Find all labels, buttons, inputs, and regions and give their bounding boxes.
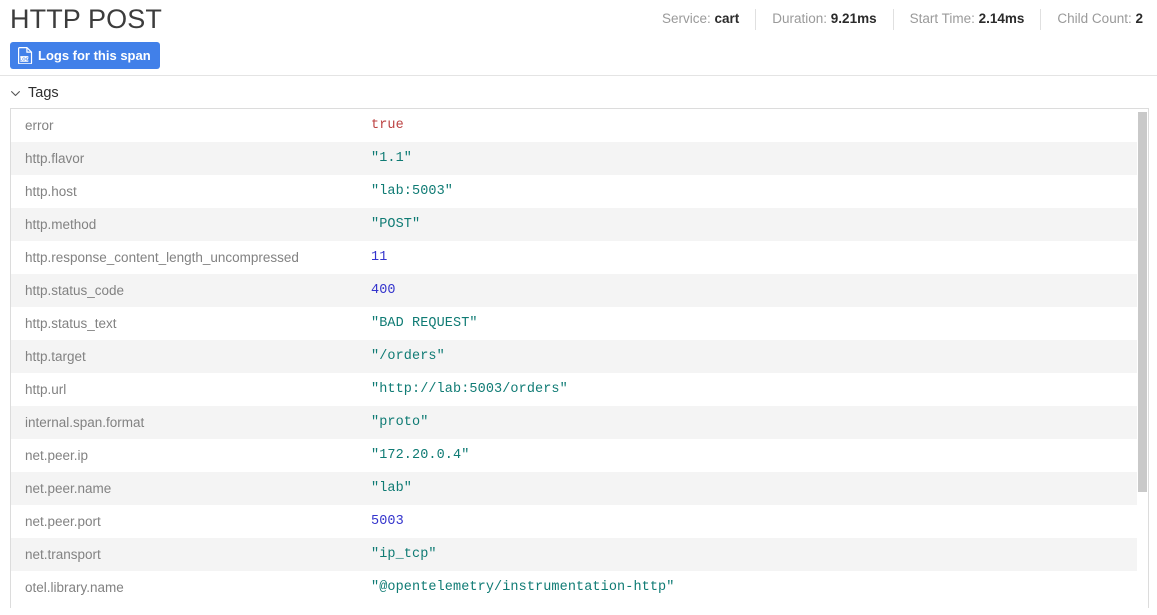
tag-key: http.flavor xyxy=(11,142,357,175)
svg-text:LOG: LOG xyxy=(20,56,30,61)
meta-start-time-value: 2.14ms xyxy=(978,11,1025,26)
tags-table-scroll-area[interactable]: error true http.flavor "1.1" http.host "lab:5… xyxy=(11,109,1148,608)
page-title: HTTP POST xyxy=(10,4,162,34)
tag-value: "lab" xyxy=(357,472,1137,505)
tag-value: "ip_tcp" xyxy=(357,538,1137,571)
meta-child-count: Child Count: 2 xyxy=(1041,9,1143,29)
tag-key: net.peer.name xyxy=(11,472,357,505)
tag-key: http.response_content_length_uncompresse… xyxy=(11,241,357,274)
tag-key: http.host xyxy=(11,175,357,208)
table-row[interactable]: http.target "/orders" xyxy=(11,340,1137,373)
logs-for-this-span-button[interactable]: LOG Logs for this span xyxy=(10,42,160,69)
meta-duration: Duration: 9.21ms xyxy=(756,9,892,29)
meta-service: Service: cart xyxy=(646,9,755,29)
meta-duration-value: 9.21ms xyxy=(830,11,877,26)
tag-key: net.transport xyxy=(11,538,357,571)
meta-child-count-value: 2 xyxy=(1135,11,1143,26)
span-detail-header: HTTP POST Service: cart Duration: 9.21ms… xyxy=(0,0,1157,76)
tag-key: http.target xyxy=(11,340,357,373)
tags-table-body: error true http.flavor "1.1" http.host "lab:5… xyxy=(11,109,1137,604)
tag-key: net.peer.port xyxy=(11,505,357,538)
vertical-scrollbar-thumb[interactable] xyxy=(1138,112,1147,492)
tag-value: 400 xyxy=(357,274,1137,307)
table-row[interactable]: net.transport "ip_tcp" xyxy=(11,538,1137,571)
table-row[interactable]: http.url "http://lab:5003/orders" xyxy=(11,373,1137,406)
meta-start-time-label: Start Time: xyxy=(909,11,975,26)
table-row[interactable]: http.response_content_length_uncompresse… xyxy=(11,241,1137,274)
tag-key: error xyxy=(11,109,357,142)
tag-value: "172.20.0.4" xyxy=(357,439,1137,472)
table-row[interactable]: net.peer.name "lab" xyxy=(11,472,1137,505)
tags-table: error true http.flavor "1.1" http.host "lab:5… xyxy=(11,109,1137,604)
table-row[interactable]: net.peer.ip "172.20.0.4" xyxy=(11,439,1137,472)
log-document-icon: LOG xyxy=(18,47,33,64)
vertical-scrollbar[interactable] xyxy=(1137,109,1148,608)
table-row[interactable]: net.peer.port 5003 xyxy=(11,505,1137,538)
tag-value: true xyxy=(357,109,1137,142)
tag-key: http.status_code xyxy=(11,274,357,307)
tag-key: http.url xyxy=(11,373,357,406)
table-row[interactable]: http.flavor "1.1" xyxy=(11,142,1137,175)
tag-value: "@opentelemetry/instrumentation-http" xyxy=(357,571,1137,604)
tag-value: "lab:5003" xyxy=(357,175,1137,208)
tag-value: "/orders" xyxy=(357,340,1137,373)
tags-section: Tags error true http.flavor "1.1" http.host "… xyxy=(0,76,1157,608)
table-row[interactable]: http.status_code 400 xyxy=(11,274,1137,307)
tags-table-container: error true http.flavor "1.1" http.host "lab:5… xyxy=(10,108,1149,608)
tag-value: "http://lab:5003/orders" xyxy=(357,373,1137,406)
tag-key: internal.span.format xyxy=(11,406,357,439)
tag-key: otel.library.name xyxy=(11,571,357,604)
tag-value: "POST" xyxy=(357,208,1137,241)
tag-key: http.status_text xyxy=(11,307,357,340)
meta-duration-label: Duration: xyxy=(772,11,828,26)
tag-value: "proto" xyxy=(357,406,1137,439)
tags-section-title: Tags xyxy=(28,85,59,101)
meta-service-label: Service: xyxy=(661,11,711,26)
chevron-down-icon[interactable] xyxy=(10,88,21,99)
meta-start-time: Start Time: 2.14ms xyxy=(894,9,1041,29)
table-row[interactable]: http.status_text "BAD REQUEST" xyxy=(11,307,1137,340)
table-row[interactable]: otel.library.name "@opentelemetry/instrum… xyxy=(11,571,1137,604)
header-top-row: HTTP POST Service: cart Duration: 9.21ms… xyxy=(10,0,1149,40)
tag-key: net.peer.ip xyxy=(11,439,357,472)
meta-service-value: cart xyxy=(714,11,740,26)
tags-section-header[interactable]: Tags xyxy=(0,76,1157,108)
table-row[interactable]: http.host "lab:5003" xyxy=(11,175,1137,208)
tag-value: "BAD REQUEST" xyxy=(357,307,1137,340)
meta-child-count-label: Child Count: xyxy=(1057,11,1132,26)
table-row[interactable]: http.method "POST" xyxy=(11,208,1137,241)
tag-value: 5003 xyxy=(357,505,1137,538)
tag-value: "1.1" xyxy=(357,142,1137,175)
tag-key: http.method xyxy=(11,208,357,241)
logs-button-label: Logs for this span xyxy=(38,47,151,63)
span-meta-group: Service: cart Duration: 9.21ms Start Tim… xyxy=(646,0,1149,38)
table-row[interactable]: internal.span.format "proto" xyxy=(11,406,1137,439)
tag-value: 11 xyxy=(357,241,1137,274)
table-row[interactable]: error true xyxy=(11,109,1137,142)
